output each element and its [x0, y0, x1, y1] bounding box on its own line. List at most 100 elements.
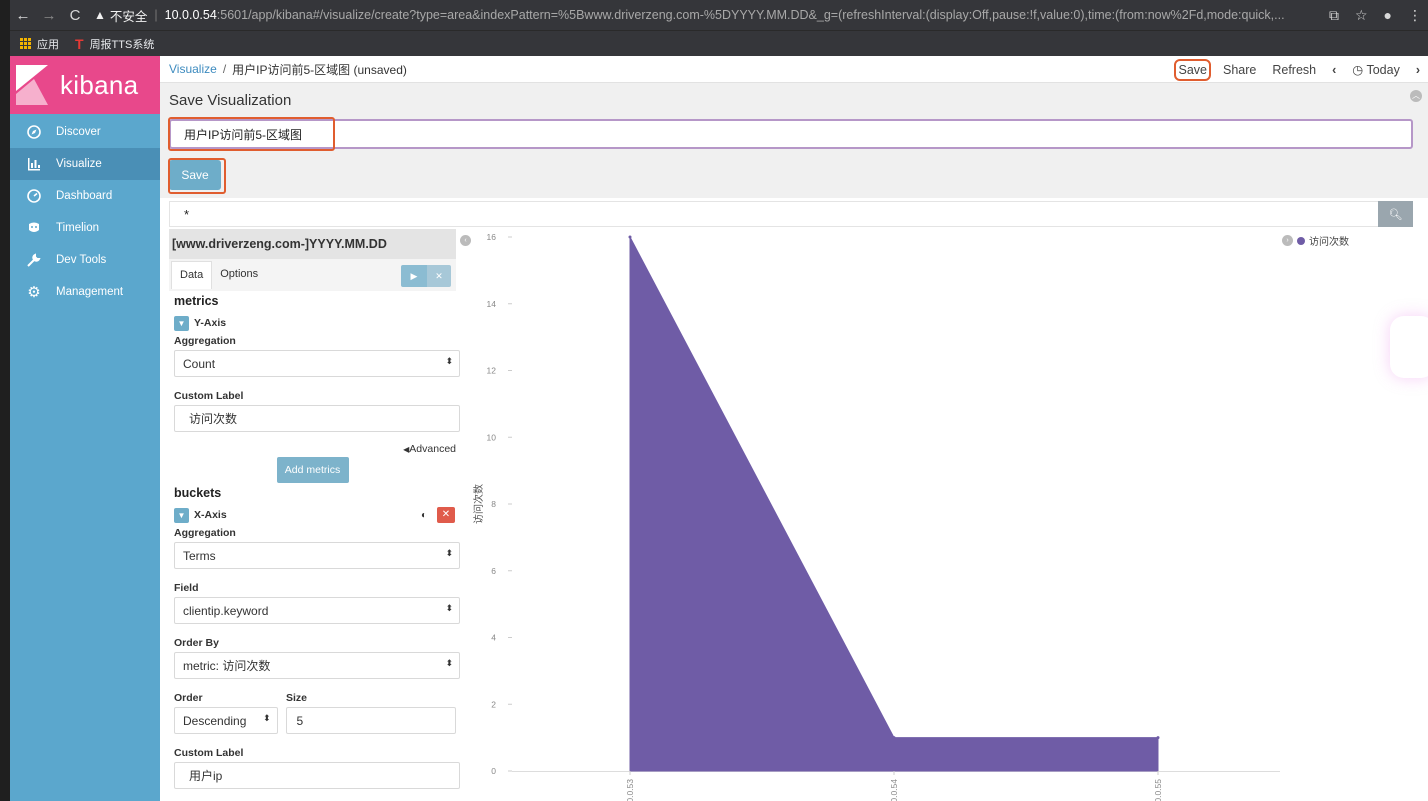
- browser-actions: ⧉ ☆ ● ⋮: [1329, 0, 1422, 30]
- legend-swatch: [1297, 236, 1305, 245]
- data-point: [1156, 736, 1160, 740]
- kibana-logo-icon: [16, 65, 48, 105]
- search-button[interactable]: 🔍︎: [1378, 201, 1413, 227]
- gear-icon: ⚙: [27, 284, 41, 301]
- collapse-icon[interactable]: ︿: [1410, 90, 1422, 102]
- y-tick-label: 14: [487, 299, 497, 309]
- sidebar-item-timelion[interactable]: Timelion: [10, 212, 160, 244]
- breadcrumb-visualize-link[interactable]: Visualize: [169, 62, 217, 76]
- sidebar-item-devtools[interactable]: Dev Tools: [10, 244, 160, 276]
- reload-icon[interactable]: C: [62, 7, 88, 24]
- bookmark-apps[interactable]: 应用: [20, 36, 59, 52]
- select-arrows-icon: ⬍: [445, 356, 453, 366]
- bucket-aggregation-label: Aggregation: [174, 527, 236, 539]
- data-point: [892, 736, 896, 740]
- back-icon[interactable]: ←: [10, 7, 36, 24]
- legend-label[interactable]: 访问次数: [1309, 233, 1349, 248]
- discard-changes-button[interactable]: ✕: [427, 265, 451, 287]
- field-select[interactable]: clientip.keyword ⬍: [174, 597, 460, 624]
- sidebar-item-dashboard[interactable]: Dashboard: [10, 180, 160, 212]
- chevron-down-icon[interactable]: ▼: [174, 315, 189, 331]
- sidebar-item-label: Discover: [56, 126, 101, 138]
- share-button[interactable]: Share: [1223, 63, 1256, 77]
- url-host[interactable]: 10.0.0.54: [165, 8, 217, 22]
- bucket-custom-label-input[interactable]: 用户ip: [174, 762, 460, 789]
- area-series-fill: [629, 236, 1159, 772]
- chart-legend: › 访问次数: [1282, 233, 1349, 248]
- y-tick-label: 2: [491, 699, 496, 709]
- search-icon: 🔍︎: [1388, 208, 1403, 221]
- aggregation-select[interactable]: Count ⬍: [174, 350, 460, 377]
- x-tick-label: 0.0.53: [625, 779, 635, 801]
- x-axis-agg-header[interactable]: ▼ X-Axis ◐ ✕: [169, 506, 456, 524]
- top-save-button[interactable]: Save: [1174, 58, 1211, 81]
- order-select[interactable]: Descending ⬍: [174, 707, 278, 734]
- editor-tabs: Data Options ▶ ✕: [169, 259, 456, 291]
- bucket-custom-label-label: Custom Label: [174, 747, 244, 759]
- bookmark-label: 应用: [37, 38, 59, 51]
- logo-text: kibana: [60, 69, 139, 100]
- custom-label-input[interactable]: 访问次数: [174, 405, 460, 432]
- y-tick-label: 6: [491, 566, 496, 576]
- order-by-select[interactable]: metric: 访问次数 ⬍: [174, 652, 460, 679]
- url-path[interactable]: :5601/app/kibana#/visualize/create?type=…: [217, 8, 1332, 22]
- select-arrows-icon: ⬍: [262, 713, 271, 723]
- x-tick-label: 0.0.54: [889, 779, 899, 801]
- time-picker[interactable]: ◷ Today: [1352, 62, 1400, 77]
- main-area: Visualize / 用户IP访问前5-区域图 (unsaved) Save …: [160, 56, 1428, 801]
- select-arrows-icon: ⬍: [445, 548, 453, 558]
- remove-agg-icon[interactable]: ✕: [437, 507, 455, 523]
- query-bar: * 🔍︎: [169, 201, 1413, 227]
- breadcrumb-separator: /: [222, 62, 227, 76]
- sidebar-item-management[interactable]: ⚙ Management: [10, 276, 160, 308]
- bar-chart-icon: [26, 156, 42, 172]
- size-input[interactable]: 5: [285, 707, 456, 734]
- y-axis-agg-header[interactable]: ▼ Y-Axis: [169, 314, 456, 332]
- chevron-left-icon[interactable]: ‹: [1332, 63, 1336, 77]
- bookmark-star-icon[interactable]: ☆: [1355, 7, 1368, 24]
- kibana-logo[interactable]: kibana: [10, 56, 160, 114]
- forward-icon[interactable]: →: [36, 7, 62, 24]
- apply-changes-button[interactable]: ▶: [401, 265, 427, 287]
- order-size-labels: Order Size: [169, 692, 456, 704]
- more-menu-icon[interactable]: ⋮: [1408, 7, 1422, 24]
- add-metrics-button[interactable]: Add metrics: [276, 457, 349, 483]
- floating-side-tab[interactable]: [1390, 316, 1428, 378]
- chevron-right-icon[interactable]: ›: [1416, 63, 1420, 77]
- y-tick-label: 4: [491, 633, 496, 643]
- sidebar-item-label: Dashboard: [56, 190, 113, 202]
- area-chart: 0 2 4 6 8 10 12 14 16 访问次数 0.0.53 0.0.54 0.0.55: [472, 232, 1280, 801]
- field-value: clientip.keyword: [183, 603, 269, 618]
- field-label: Field: [174, 582, 199, 594]
- index-pattern-title: [www.driverzeng.com-]YYYY.MM.DD: [169, 229, 456, 259]
- save-button[interactable]: Save: [169, 160, 221, 190]
- x-tick-label: 0.0.55: [1153, 779, 1163, 801]
- order-size-controls: Descending ⬍ 5: [169, 707, 456, 734]
- time-picker-label: Today: [1366, 63, 1400, 77]
- sidebar-item-label: Timelion: [56, 222, 100, 234]
- search-input[interactable]: *: [169, 201, 1379, 227]
- translate-icon[interactable]: ⧉: [1329, 7, 1339, 24]
- bucket-aggregation-value: Terms: [183, 548, 216, 563]
- profile-icon[interactable]: ●: [1384, 7, 1392, 23]
- refresh-button[interactable]: Refresh: [1272, 63, 1316, 77]
- y-axis-title: 访问次数: [472, 484, 485, 524]
- chevron-down-icon[interactable]: ▼: [174, 507, 189, 523]
- tab-options[interactable]: Options: [212, 261, 266, 289]
- browser-toolbar: ← → C ▲ 不安全 | 10.0.0.54 :5601/app/kibana…: [10, 0, 1428, 30]
- bookmark-tts[interactable]: T 周报TTS系统: [75, 36, 154, 52]
- bucket-aggregation-select[interactable]: Terms ⬍: [174, 542, 460, 569]
- advanced-toggle[interactable]: ◀Advanced: [169, 443, 456, 455]
- sidebar-item-visualize[interactable]: Visualize: [10, 148, 160, 180]
- t-logo-icon: T: [75, 35, 84, 52]
- visualization-title-input[interactable]: 用户IP访问前5-区域图: [169, 119, 1413, 149]
- custom-label-label: Custom Label: [174, 390, 244, 402]
- warning-icon: ▲: [94, 8, 106, 22]
- tab-data[interactable]: Data: [171, 261, 213, 289]
- bookmarks-bar: 应用 T 周报TTS系统: [10, 30, 1428, 56]
- legend-toggle-icon[interactable]: ›: [1282, 235, 1293, 246]
- sidebar-item-discover[interactable]: Discover: [10, 116, 160, 148]
- toggle-icon[interactable]: ◐: [421, 510, 427, 521]
- size-label: Size: [286, 692, 308, 704]
- aggregation-value: Count: [183, 356, 216, 371]
